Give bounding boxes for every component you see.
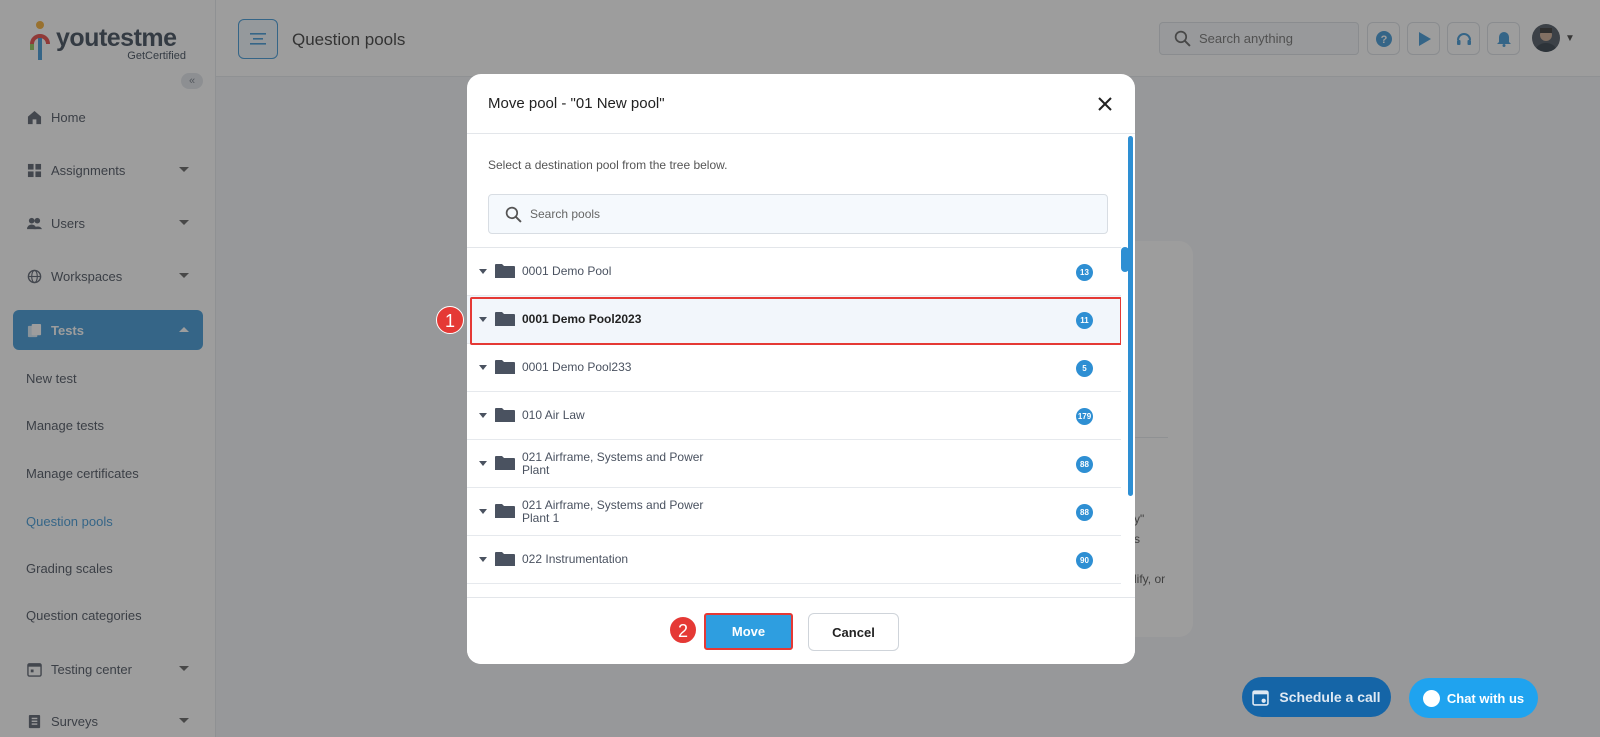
folder-icon (495, 408, 515, 422)
close-icon (1098, 97, 1112, 111)
expand-caret-icon[interactable] (479, 509, 487, 514)
step-marker-1: 1 (436, 306, 464, 334)
pool-search-input[interactable]: Search pools (488, 194, 1108, 234)
folder-icon (495, 360, 515, 374)
move-button[interactable]: Move (704, 613, 793, 650)
schedule-call-label: Schedule a call (1279, 689, 1381, 705)
tree-scrollbar-thumb[interactable] (1121, 247, 1129, 272)
pool-count-badge: 90 (1076, 552, 1093, 569)
pool-count-badge: 179 (1076, 408, 1093, 425)
pool-tree-row[interactable]: 010 Air Law 179 (467, 392, 1121, 440)
dialog-title: Move pool - "01 New pool" (488, 95, 665, 112)
pool-name: 0001 Demo Pool (522, 264, 612, 278)
expand-caret-icon[interactable] (479, 461, 487, 466)
folder-icon (495, 552, 515, 566)
pool-count-badge: 88 (1076, 456, 1093, 473)
pool-count-badge: 13 (1076, 264, 1093, 281)
chat-label: Chat with us (1446, 690, 1525, 706)
dialog-scrollbar-thumb[interactable] (1128, 136, 1133, 496)
folder-icon (495, 456, 515, 470)
move-pool-dialog: Move pool - "01 New pool" Select a desti… (467, 74, 1135, 664)
calendar-icon (1252, 689, 1270, 706)
chat-bubble-icon (1422, 689, 1440, 707)
dialog-instructions: Select a destination pool from the tree … (488, 158, 728, 172)
pool-tree-row[interactable]: 0001 Demo Pool 13 (467, 248, 1121, 296)
dialog-header: Move pool - "01 New pool" (467, 74, 1135, 134)
chat-button[interactable]: Chat with us (1409, 678, 1538, 718)
pool-search-placeholder: Search pools (530, 207, 601, 221)
pool-tree-row[interactable]: 021 Airframe, Systems and Power Plant 88 (467, 440, 1121, 488)
folder-icon (495, 504, 515, 518)
search-icon (505, 206, 522, 223)
expand-caret-icon[interactable] (479, 365, 487, 370)
pool-name: 0001 Demo Pool233 (522, 360, 632, 374)
dialog-footer: Move Cancel (467, 597, 1135, 664)
pool-tree-row[interactable]: 021 Airframe, Systems and Power Plant 1 … (467, 488, 1121, 536)
schedule-call-button[interactable]: Schedule a call (1242, 677, 1391, 717)
pool-tree-row[interactable]: 022 Instrumentation 90 (467, 536, 1121, 584)
expand-caret-icon[interactable] (479, 413, 487, 418)
close-button[interactable] (1095, 94, 1115, 114)
step-marker-2: 2 (669, 616, 697, 644)
folder-icon (495, 264, 515, 278)
pool-tree-row[interactable]: 0001 Demo Pool233 5 (467, 344, 1121, 392)
pool-name: 022 Instrumentation (522, 552, 629, 566)
pool-name: 010 Air Law (522, 408, 585, 422)
expand-caret-icon[interactable] (479, 269, 487, 274)
pool-name: 021 Airframe, Systems and Power Plant 1 (522, 498, 704, 525)
selected-row-highlight (470, 297, 1121, 345)
pool-count-badge: 88 (1076, 504, 1093, 521)
expand-caret-icon[interactable] (479, 557, 487, 562)
pool-name: 021 Airframe, Systems and Power Plant (522, 450, 704, 477)
pool-count-badge: 5 (1076, 360, 1093, 377)
cancel-button[interactable]: Cancel (808, 613, 899, 651)
